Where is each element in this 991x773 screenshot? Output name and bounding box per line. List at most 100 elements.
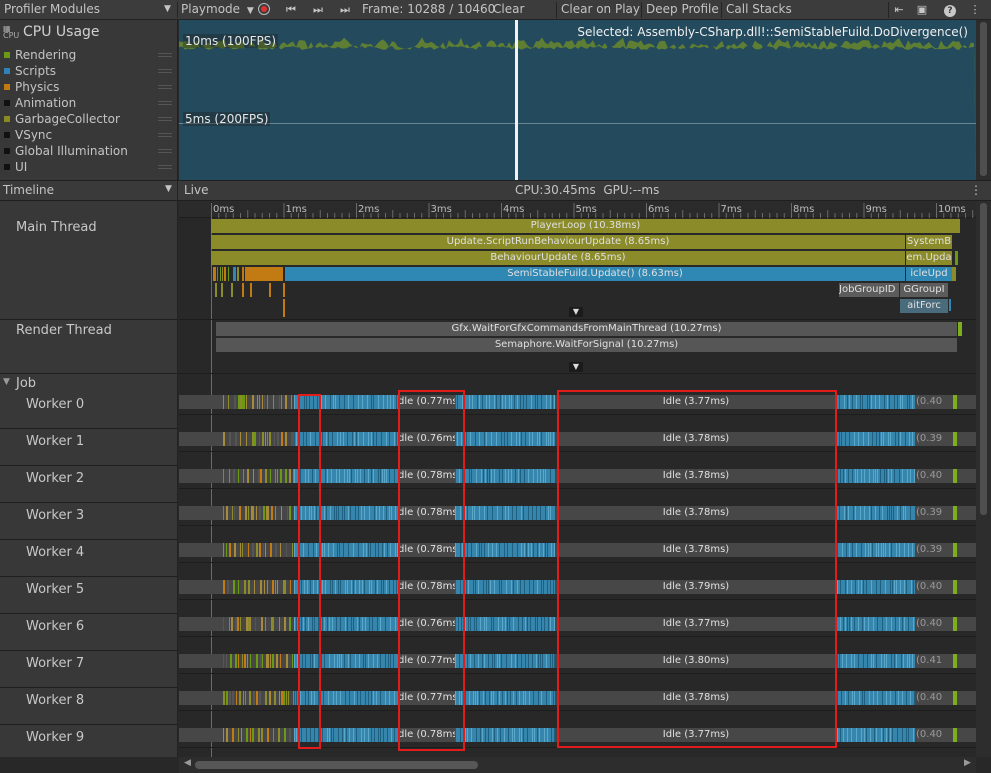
time-ruler: 0ms 1ms 2ms 3ms 4ms 5ms 6ms 7ms 8ms 9ms 10ms: [179, 201, 976, 218]
ruler-tick-label: 4ms: [503, 204, 525, 215]
category-label: Scripts: [15, 64, 57, 78]
highlight-box-1: [298, 394, 321, 749]
record-button[interactable]: [255, 1, 273, 19]
expand-triangle-icon[interactable]: ▼: [3, 377, 10, 387]
ruler-tick-label: 2ms: [358, 204, 380, 215]
expand-main-thread-icon[interactable]: ▼: [569, 307, 583, 317]
load-button[interactable]: ⇤: [890, 1, 908, 19]
sample-semaphore-wait[interactable]: Semaphore.WaitForSignal (10.27ms): [216, 338, 957, 352]
idle-sample-tail[interactable]: (0.39: [916, 432, 946, 446]
horizontal-scrollbar[interactable]: ◀ ▶: [179, 757, 976, 773]
profiler-modules-dropdown[interactable]: Profiler Modules ▼: [0, 0, 176, 20]
menu-button[interactable]: ⋮: [966, 1, 984, 19]
category-swatch: [4, 68, 10, 74]
step-first-button[interactable]: ⏮: [282, 1, 300, 19]
job-group-label[interactable]: Job: [16, 376, 36, 391]
drag-handle-icon[interactable]: [158, 133, 172, 137]
sample-wait-forc[interactable]: aitForc: [900, 299, 948, 313]
vertical-scrollbar[interactable]: [976, 201, 991, 757]
horizontal-scroll-thumb[interactable]: [195, 761, 478, 769]
render-thread-label: Render Thread: [16, 323, 112, 338]
idle-sample-tail[interactable]: (0.40: [916, 691, 946, 705]
ruler-tick-label: 0ms: [213, 204, 235, 215]
category-row[interactable]: Scripts: [0, 63, 178, 79]
vertical-scroll-thumb[interactable]: [980, 203, 987, 515]
highlight-box-2: [398, 390, 465, 751]
category-row[interactable]: VSync: [0, 127, 178, 143]
sample-gfx-wait[interactable]: Gfx.WaitForGfxCommandsFromMainThread (10…: [216, 322, 957, 336]
category-row[interactable]: GarbageCollector: [0, 111, 178, 127]
category-row[interactable]: Animation: [0, 95, 178, 111]
sample-behaviour-update[interactable]: BehaviourUpdate (8.65ms): [211, 251, 905, 265]
timeline-tracks[interactable]: 0ms 1ms 2ms 3ms 4ms 5ms 6ms 7ms 8ms 9ms 10ms Playe…: [179, 201, 976, 757]
step-last-button[interactable]: ⏭: [336, 1, 354, 19]
drag-handle-icon[interactable]: [158, 69, 172, 73]
sample-update-script[interactable]: Update.ScriptRunBehaviourUpdate (8.65ms): [211, 235, 905, 249]
idle-sample-tail[interactable]: (0.40: [916, 395, 946, 409]
view-mode-dropdown[interactable]: Timeline ▼: [0, 181, 178, 200]
sample-semistable-update[interactable]: SemiStableFuild.Update() (8.63ms): [285, 267, 905, 281]
timeline-menu-button[interactable]: ⋮: [970, 183, 982, 197]
sample-icle-upd[interactable]: icleUpd: [906, 267, 952, 281]
drag-handle-icon[interactable]: [158, 117, 172, 121]
sample-player-loop[interactable]: PlayerLoop (10.38ms): [211, 219, 960, 233]
help-button[interactable]: ?: [941, 1, 959, 19]
chart-scrollbar[interactable]: [976, 20, 991, 180]
step-next-icon: ⏭: [313, 3, 323, 16]
highlight-box-3: [557, 390, 837, 748]
worker-label: Worker 2: [26, 471, 85, 486]
idle-sample-tail[interactable]: (0.40: [916, 580, 946, 594]
drag-handle-icon[interactable]: [158, 165, 172, 169]
step-next-button[interactable]: ⏭: [309, 1, 327, 19]
worker-label: Worker 0: [26, 397, 85, 412]
drag-handle-icon[interactable]: [158, 149, 172, 153]
category-label: Rendering: [15, 48, 77, 62]
deep-profile-toggle[interactable]: Deep Profile: [642, 0, 723, 20]
step-first-icon: ⏮: [286, 3, 296, 16]
idle-sample-tail[interactable]: (0.41: [916, 654, 946, 668]
sample-g-group[interactable]: GGroupI: [900, 283, 948, 297]
cpu-icon: ▦ CPU: [3, 24, 20, 40]
save-button[interactable]: ▣: [913, 1, 931, 19]
worker-label: Worker 3: [26, 508, 85, 523]
ruler-tick-label: 8ms: [793, 204, 815, 215]
live-toggle[interactable]: Live: [184, 183, 209, 197]
category-row[interactable]: Rendering: [0, 47, 178, 63]
chevron-down-icon: ▼: [165, 184, 172, 194]
drag-handle-icon[interactable]: [158, 53, 172, 57]
clear-button[interactable]: Clear: [489, 0, 528, 20]
expand-render-thread-icon[interactable]: ▼: [569, 362, 583, 372]
worker-label: Worker 6: [26, 619, 85, 634]
idle-sample-tail[interactable]: (0.39: [916, 506, 946, 520]
sample-em-upda[interactable]: em.Upda: [906, 251, 952, 265]
selected-frame-marker[interactable]: [515, 20, 518, 180]
scroll-right-icon[interactable]: ▶: [964, 758, 971, 768]
idle-sample-tail[interactable]: (0.40: [916, 469, 946, 483]
sample-system-b[interactable]: SystemB: [906, 235, 952, 249]
category-row[interactable]: Global Illumination: [0, 143, 178, 159]
drag-handle-icon[interactable]: [158, 85, 172, 89]
category-swatch: [4, 116, 10, 122]
clear-on-play-toggle[interactable]: Clear on Play: [557, 0, 644, 20]
sample-job-group[interactable]: JobGroupID (0: [839, 283, 899, 297]
chart-scroll-thumb[interactable]: [980, 22, 987, 176]
worker-label: Worker 4: [26, 545, 85, 560]
idle-sample-tail[interactable]: (0.40: [916, 728, 946, 742]
category-label: Animation: [15, 96, 77, 110]
main-thread-label: Main Thread: [16, 220, 97, 235]
category-row[interactable]: Physics: [0, 79, 178, 95]
ruler-tick-label: 1ms: [285, 204, 307, 215]
cpu-usage-title: CPU Usage: [23, 24, 100, 40]
category-row[interactable]: UI: [0, 159, 178, 175]
playmode-dropdown[interactable]: Playmode ▼: [177, 0, 254, 20]
ruler-tick-label: 3ms: [430, 204, 452, 215]
call-stacks-toggle[interactable]: Call Stacks: [722, 0, 796, 20]
scroll-left-icon[interactable]: ◀: [184, 758, 191, 768]
view-mode-label: Timeline: [3, 183, 55, 197]
idle-sample-tail[interactable]: (0.40: [916, 617, 946, 631]
drag-handle-icon[interactable]: [158, 101, 172, 105]
cpu-usage-chart[interactable]: 10ms (100FPS) 5ms (200FPS) Selected: Ass…: [179, 20, 976, 180]
ruler-tick-label: 6ms: [648, 204, 670, 215]
idle-sample-tail[interactable]: (0.39: [916, 543, 946, 557]
cpu-usage-graph: [179, 37, 976, 180]
